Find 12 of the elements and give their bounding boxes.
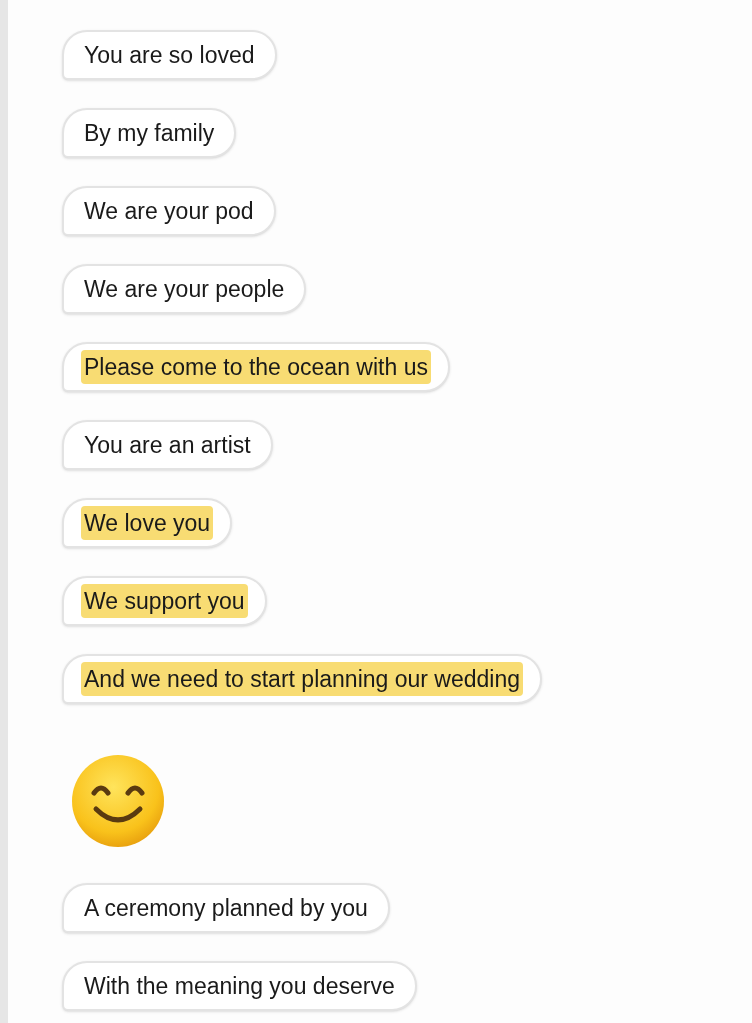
message-text: You are so loved [84,41,255,70]
highlighted-text: Please come to the ocean with us [81,350,431,384]
highlighted-text: We love you [81,506,214,540]
highlighted-text: We support you [81,584,248,618]
message-text: With the meaning you deserve [84,972,395,1001]
message-text: You are an artist [84,431,251,460]
message-text: We are your people [84,275,285,304]
smiley-emoji-icon [70,753,166,849]
highlighted-text: And we need to start planning our wedding [81,662,524,696]
message-text: We are your pod [84,197,254,226]
message-text: A ceremony planned by you [84,894,368,923]
message-text: By my family [84,119,215,148]
